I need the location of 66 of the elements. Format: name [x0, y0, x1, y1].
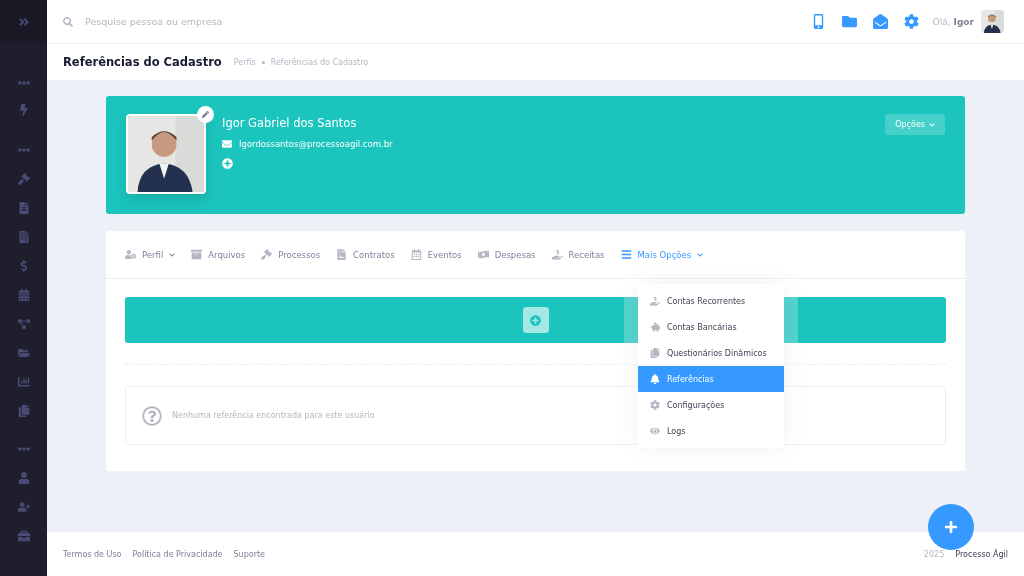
tab[interactable]: Arquivos: [191, 249, 246, 260]
copy-icon[interactable]: [17, 405, 30, 417]
add-button[interactable]: [928, 504, 974, 550]
chevron-down-icon: [929, 121, 935, 128]
tab[interactable]: Eventos: [410, 249, 462, 260]
piggy-bank-icon: [650, 322, 660, 332]
breadcrumb[interactable]: Perfis: [233, 57, 256, 67]
calendar-icon: [410, 249, 422, 260]
chart-icon[interactable]: [17, 376, 30, 388]
page-title: Referências do Cadastro: [63, 55, 222, 69]
user-icon[interactable]: [17, 472, 30, 484]
tab[interactable]: Receitas: [551, 249, 605, 260]
toggle-icon[interactable]: [17, 15, 30, 28]
menu-item[interactable]: Logs: [638, 418, 784, 444]
money-icon: [477, 249, 489, 260]
tab[interactable]: Mais Opções: [620, 249, 704, 260]
menu-item[interactable]: Referências: [638, 366, 784, 392]
menu-item[interactable]: Contas Recorrentes: [638, 288, 784, 314]
edit-button[interactable]: [197, 106, 214, 123]
greeting: Olá,: [932, 16, 951, 27]
footer-link[interactable]: Suporte: [233, 549, 265, 559]
contract-icon: [336, 249, 348, 260]
settings-icon[interactable]: [903, 14, 919, 29]
bell-icon: [650, 374, 660, 384]
bolt-icon[interactable]: [17, 104, 30, 116]
document-icon[interactable]: [17, 231, 30, 243]
hand-coin-icon: [551, 249, 563, 260]
tab[interactable]: Contratos: [336, 249, 395, 260]
archive-icon: [191, 249, 203, 260]
search-icon: [63, 16, 73, 27]
copy-icon: [650, 348, 660, 358]
footer-link[interactable]: Política de Privacidade: [132, 549, 223, 559]
user-plus-icon[interactable]: [17, 501, 30, 513]
user-gear-icon: [125, 249, 136, 260]
menu-item[interactable]: Questionários Dinâmicos: [638, 340, 784, 366]
hand-coin-icon: [650, 296, 660, 306]
tab[interactable]: Despesas: [477, 249, 536, 260]
envelope-icon[interactable]: [872, 14, 888, 29]
copyright-year: 2025: [923, 549, 945, 559]
gavel-icon: [261, 249, 273, 260]
briefcase-icon[interactable]: [17, 530, 30, 542]
settings-icon: [650, 400, 660, 410]
eye-icon: [650, 426, 660, 436]
profile-email: Igordossantos@processoagil.com.br: [239, 139, 393, 149]
plus-icon: [944, 520, 958, 534]
menu-item[interactable]: Contas Bancárias: [638, 314, 784, 340]
empty-message: Nenhuma referência encontrada para este usuário: [172, 411, 375, 420]
menu-icon: [620, 249, 632, 260]
tab[interactable]: Processos: [261, 249, 321, 260]
menu-item[interactable]: Configurações: [638, 392, 784, 418]
envelope-icon: [222, 139, 232, 149]
question-icon: [142, 405, 162, 426]
brand-name: Processo Ágil: [955, 549, 1008, 559]
profile-name: Igor Gabriel dos Santos: [222, 116, 358, 130]
folder-icon[interactable]: [841, 14, 857, 29]
footer-link[interactable]: Termos de Uso: [63, 549, 122, 559]
pencil-icon: [202, 111, 209, 118]
network-icon[interactable]: [17, 318, 30, 330]
folder-icon[interactable]: [17, 347, 30, 359]
add-button[interactable]: [522, 307, 549, 333]
document-icon[interactable]: [17, 202, 30, 214]
gavel-icon[interactable]: [17, 173, 30, 185]
calendar-icon[interactable]: [17, 289, 30, 301]
user-name: Igor: [953, 16, 974, 27]
tab[interactable]: Perfil: [125, 249, 176, 260]
breadcrumb[interactable]: Referências do Cadastro: [270, 57, 369, 67]
